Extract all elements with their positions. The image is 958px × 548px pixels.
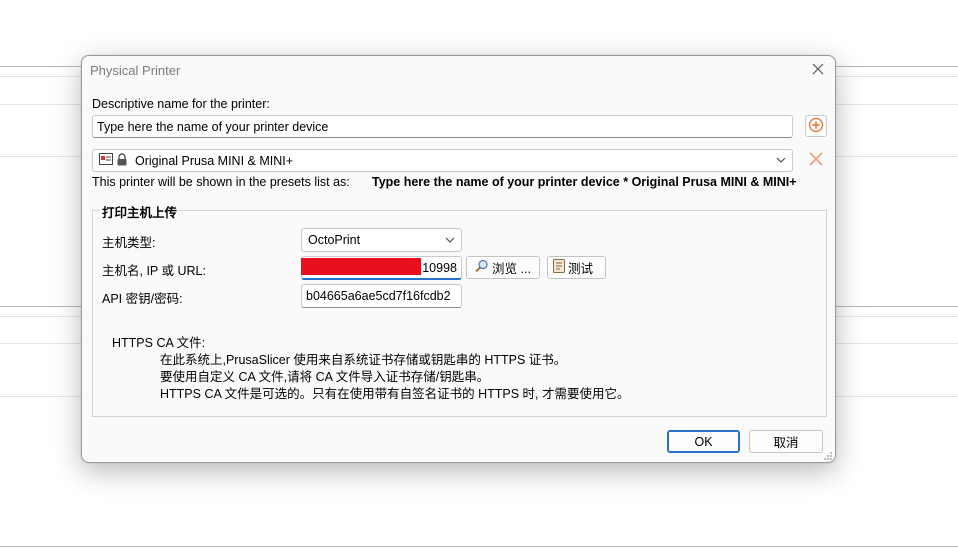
host-url-value: 10998 <box>422 260 457 275</box>
plus-circle-icon <box>808 117 824 136</box>
cancel-label: 取消 <box>773 436 799 450</box>
test-label: 测试 <box>568 262 594 276</box>
chevron-down-icon <box>445 235 455 246</box>
descriptive-name-label: Descriptive name for the printer: <box>92 97 270 111</box>
host-type-select[interactable]: OctoPrint <box>301 228 462 252</box>
printer-name-input[interactable]: Type here the name of your printer devic… <box>92 115 793 138</box>
resize-grip[interactable] <box>823 450 833 460</box>
browse-button[interactable]: 浏览 ... <box>466 256 540 279</box>
dialog-title: Physical Printer <box>90 63 181 78</box>
close-icon[interactable] <box>809 60 827 78</box>
api-key-input[interactable]: b04665a6ae5cd7f16fcdb2 <box>301 284 462 308</box>
https-note-line3: HTTPS CA 文件是可选的。只有在使用带有自签名证书的 HTTPS 时, 才… <box>160 387 630 401</box>
shown-as-value: Type here the name of your printer devic… <box>372 175 797 189</box>
ok-label: OK <box>694 434 713 449</box>
x-icon <box>808 151 824 170</box>
redaction-mark <box>301 258 421 275</box>
cancel-button[interactable]: 取消 <box>749 430 823 453</box>
host-type-value: OctoPrint <box>308 233 361 247</box>
printer-preset-combo[interactable]: Original Prusa MINI & MINI+ <box>92 149 793 172</box>
magnifier-icon <box>475 259 489 276</box>
host-type-label: 主机类型: <box>102 236 156 250</box>
physical-printer-dialog: Physical Printer Descriptive name for th… <box>81 55 836 463</box>
chevron-down-icon <box>776 155 786 166</box>
browse-label: 浏览 ... <box>492 262 531 276</box>
test-icon <box>553 259 565 276</box>
shown-as-label: This printer will be shown in the preset… <box>92 175 350 189</box>
background-divider <box>0 546 958 547</box>
printer-preset-value: Original Prusa MINI & MINI+ <box>135 153 294 168</box>
print-host-group-title: 打印主机上传 <box>100 202 180 221</box>
lock-icon <box>116 152 128 169</box>
api-key-label: API 密钥/密码: <box>102 292 183 306</box>
test-button[interactable]: 测试 <box>547 256 606 279</box>
host-url-label: 主机名, IP 或 URL: <box>102 264 206 278</box>
printer-name-value: Type here the name of your printer devic… <box>97 119 329 134</box>
ok-button[interactable]: OK <box>667 430 740 453</box>
api-key-value: b04665a6ae5cd7f16fcdb2 <box>306 289 451 303</box>
printer-icon <box>99 153 113 168</box>
add-printer-button[interactable] <box>805 115 827 137</box>
delete-printer-button[interactable] <box>805 149 827 171</box>
